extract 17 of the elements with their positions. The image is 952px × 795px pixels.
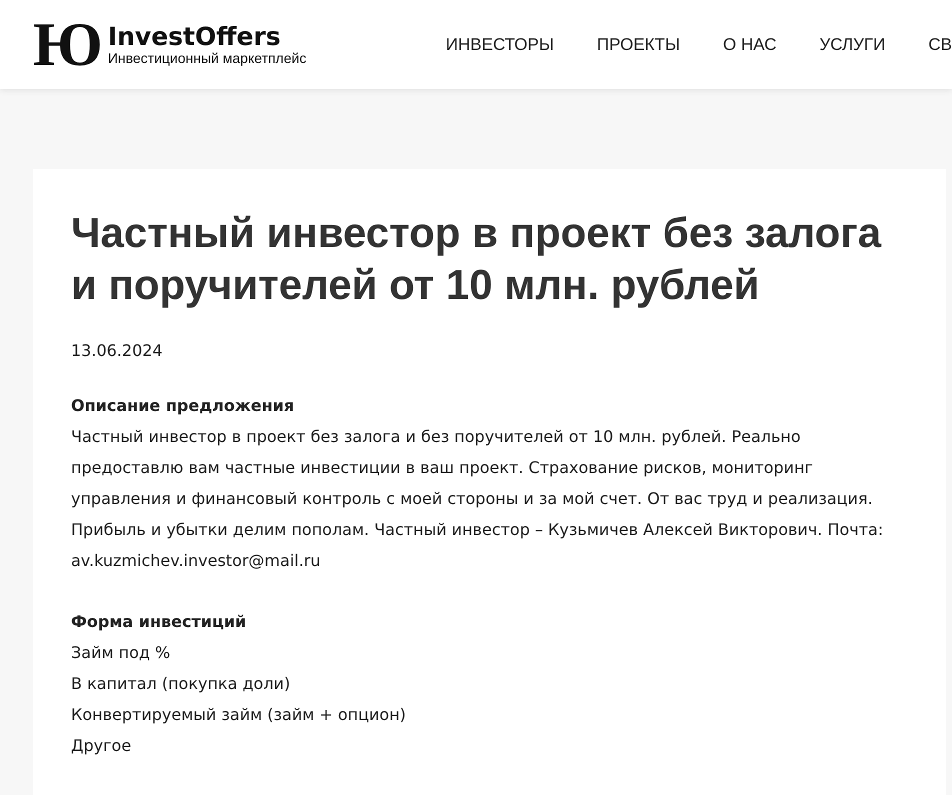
logo-mark[interactable]: Ю	[33, 14, 100, 76]
nav-link[interactable]: СВ	[928, 34, 952, 54]
tagline: Инвестиционный маркетплейс	[108, 50, 306, 66]
list-item: В капитал (покупка доли)	[71, 673, 292, 695]
nav-link[interactable]: ПРОЕКТЫ	[596, 34, 680, 54]
nav-link[interactable]: ИНВЕСТОРЫ	[446, 34, 554, 54]
nav-link[interactable]: УСЛУГИ	[819, 34, 886, 54]
list-item: Конвертируемый займ (займ + опцион)	[71, 704, 407, 726]
description-text: Частный инвестор в проект без залога и без поручителей от 10 млн. рублей. Реально предоставлю вам частные инвестиции в ваш проект. Страхование рисков, мониторинг управления и финансовый контроль с моей стороны и за мой счет. От вас труд и реализация. Прибыль и убытки делим пополам. Частный инвестор – Кузьмичев Алексей Викторович. Почта: av.kuzmichev.investor@mail.ru	[71, 426, 884, 572]
list-item: Займ под %	[71, 642, 172, 664]
article-title: Частный инвестор в проект без залога и поручителей от 10 млн. рублей	[71, 208, 882, 310]
nav-link[interactable]: О НАС	[723, 34, 776, 54]
section-heading: Форма инвестиций	[71, 611, 248, 633]
section-heading: Описание предложения	[71, 395, 296, 417]
brand-name[interactable]: InvestOffers	[108, 22, 306, 50]
list-item: Другое	[71, 735, 132, 757]
article-date: 13.06.2024	[71, 341, 164, 360]
